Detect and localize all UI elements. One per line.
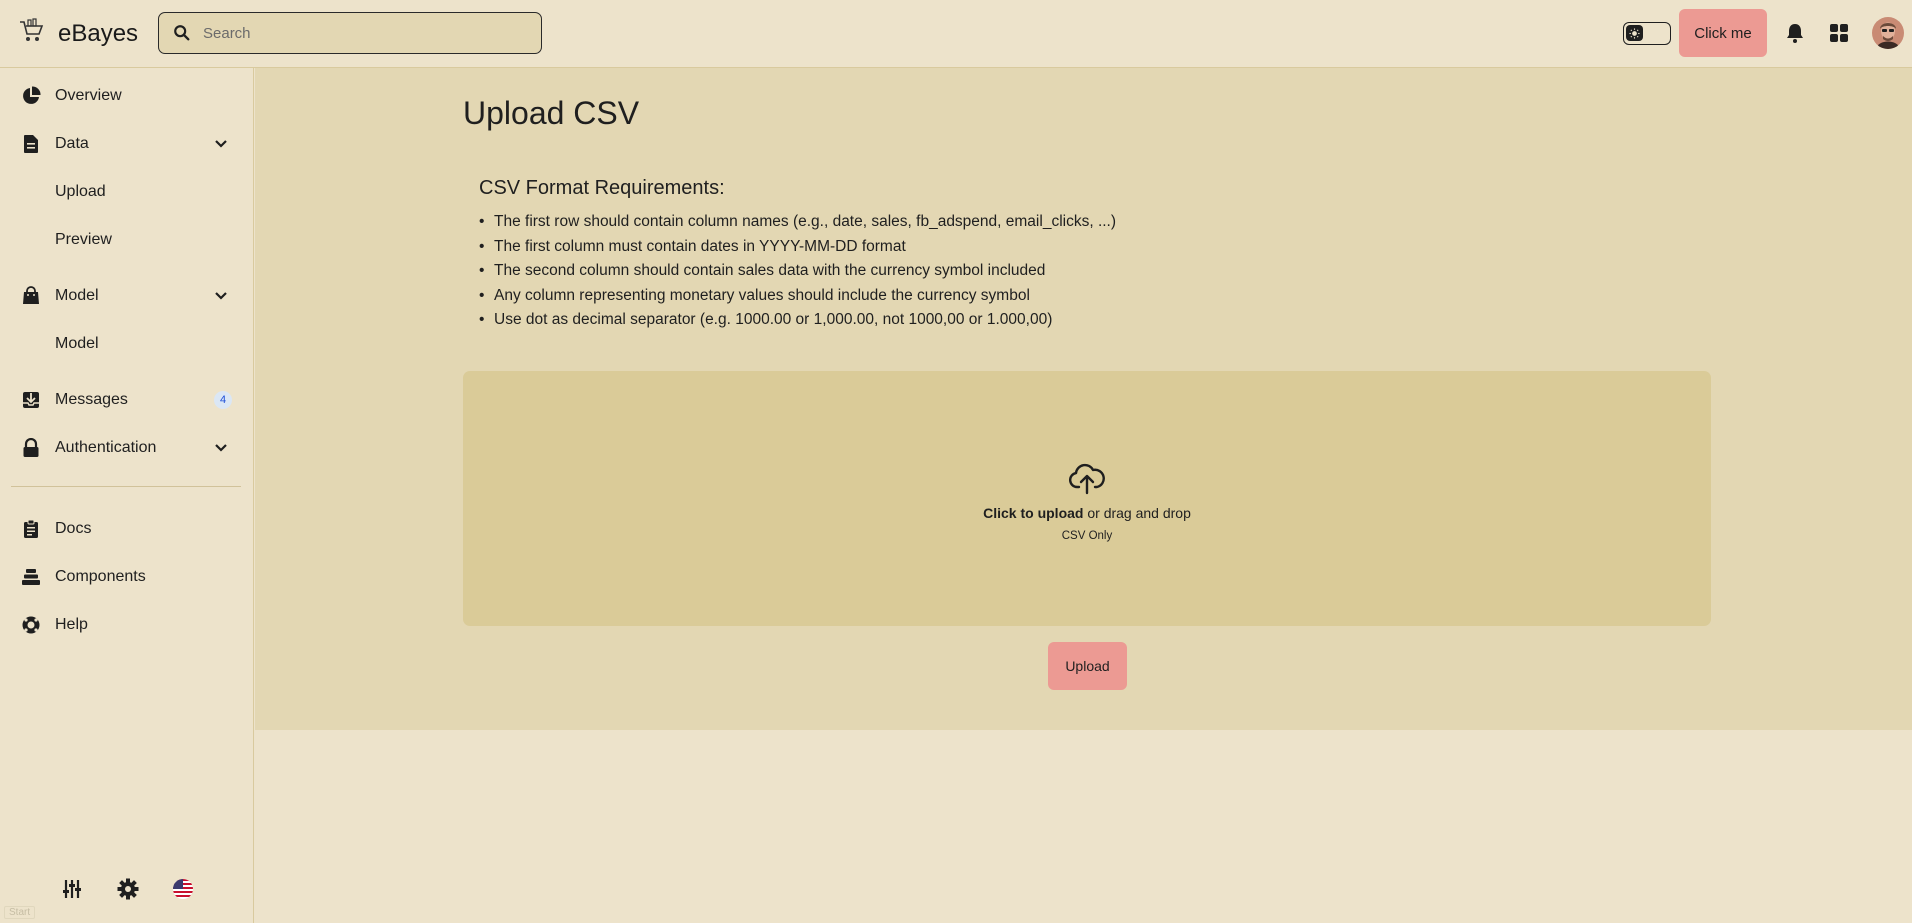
sliders-icon[interactable]	[61, 878, 83, 900]
user-avatar[interactable]	[1872, 17, 1904, 49]
sidebar-item-messages[interactable]: Messages 4	[0, 380, 254, 420]
clipboard-icon	[24, 519, 38, 538]
file-dropzone[interactable]: Click to upload or drag and drop CSV Onl…	[463, 371, 1711, 626]
sidebar-item-help[interactable]: Help	[0, 605, 254, 645]
sidebar-item-overview[interactable]: Overview	[0, 76, 254, 116]
sidebar-item-label: Messages	[55, 391, 128, 408]
requirements-list: • The first row should contain column nam…	[479, 210, 1116, 333]
list-item: • The first column must contain dates in …	[479, 237, 906, 255]
dropzone-hint: CSV Only	[1061, 530, 1113, 542]
cloud-upload-icon	[1069, 463, 1105, 495]
upload-button[interactable]: Upload	[1048, 642, 1127, 690]
sidebar-subitem-model[interactable]: Model	[55, 335, 99, 353]
sidebar-item-label: Components	[55, 568, 146, 585]
sidebar-item-authentication[interactable]: Authentication	[0, 428, 254, 468]
list-item: • Any column representing monetary values…	[479, 286, 1030, 304]
bell-icon[interactable]	[1784, 22, 1806, 44]
requirements-title: CSV Format Requirements:	[479, 177, 725, 199]
theme-toggle[interactable]	[1623, 22, 1671, 45]
document-icon	[24, 135, 38, 153]
list-item: • The second column should contain sales …	[479, 262, 1046, 279]
layers-icon	[22, 569, 40, 585]
start-label: Start	[4, 906, 36, 919]
sidebar-item-label: Model	[55, 287, 99, 304]
chevron-down-icon[interactable]	[213, 288, 229, 304]
top-bar: eBayes Click me	[0, 0, 1912, 68]
list-item: • Use dot as decimal separator (e.g. 1000…	[479, 311, 1053, 328]
search-input[interactable]	[203, 24, 523, 42]
us-flag-icon[interactable]	[172, 878, 194, 900]
lifebuoy-icon	[22, 616, 40, 634]
apps-grid-icon[interactable]	[1828, 22, 1850, 44]
sidebar-item-label: Data	[55, 135, 89, 152]
sidebar-item-label: Overview	[55, 87, 122, 104]
search-icon	[174, 25, 190, 41]
sidebar-item-model[interactable]: Model	[0, 276, 254, 316]
sidebar-item-label: Docs	[55, 520, 92, 537]
cart-logo-icon[interactable]	[18, 18, 44, 44]
sidebar-subitem-upload[interactable]: Upload	[55, 183, 106, 201]
chevron-down-icon[interactable]	[213, 136, 229, 152]
app-name[interactable]: eBayes	[58, 20, 138, 48]
shopping-bag-icon	[23, 286, 39, 304]
messages-count-badge: 4	[214, 391, 232, 409]
dropzone-instruction: Click to upload or drag and drop	[983, 505, 1191, 521]
click-me-button[interactable]: Click me	[1679, 9, 1767, 57]
sun-icon	[1626, 25, 1643, 41]
list-item: • The first row should contain column nam…	[479, 213, 1117, 230]
sidebar-item-docs[interactable]: Docs	[0, 509, 254, 549]
page-title: Upload CSV	[463, 95, 640, 131]
chevron-down-icon[interactable]	[213, 440, 229, 456]
pie-chart-icon	[23, 86, 41, 104]
sidebar-item-data[interactable]: Data	[0, 124, 254, 164]
sidebar-subitem-preview[interactable]: Preview	[55, 231, 112, 249]
sidebar-item-components[interactable]: Components	[0, 557, 254, 597]
lock-icon	[23, 438, 39, 457]
sidebar-item-label: Help	[55, 616, 88, 633]
sidebar-item-label: Authentication	[55, 439, 157, 456]
sidebar-divider	[11, 486, 241, 487]
click-to-upload-link[interactable]: Click to upload	[983, 505, 1083, 521]
inbox-icon	[23, 392, 39, 408]
sidebar: Overview Data Upload Preview Model Model	[0, 68, 254, 923]
gear-icon[interactable]	[117, 878, 139, 900]
search-box[interactable]	[158, 12, 542, 54]
